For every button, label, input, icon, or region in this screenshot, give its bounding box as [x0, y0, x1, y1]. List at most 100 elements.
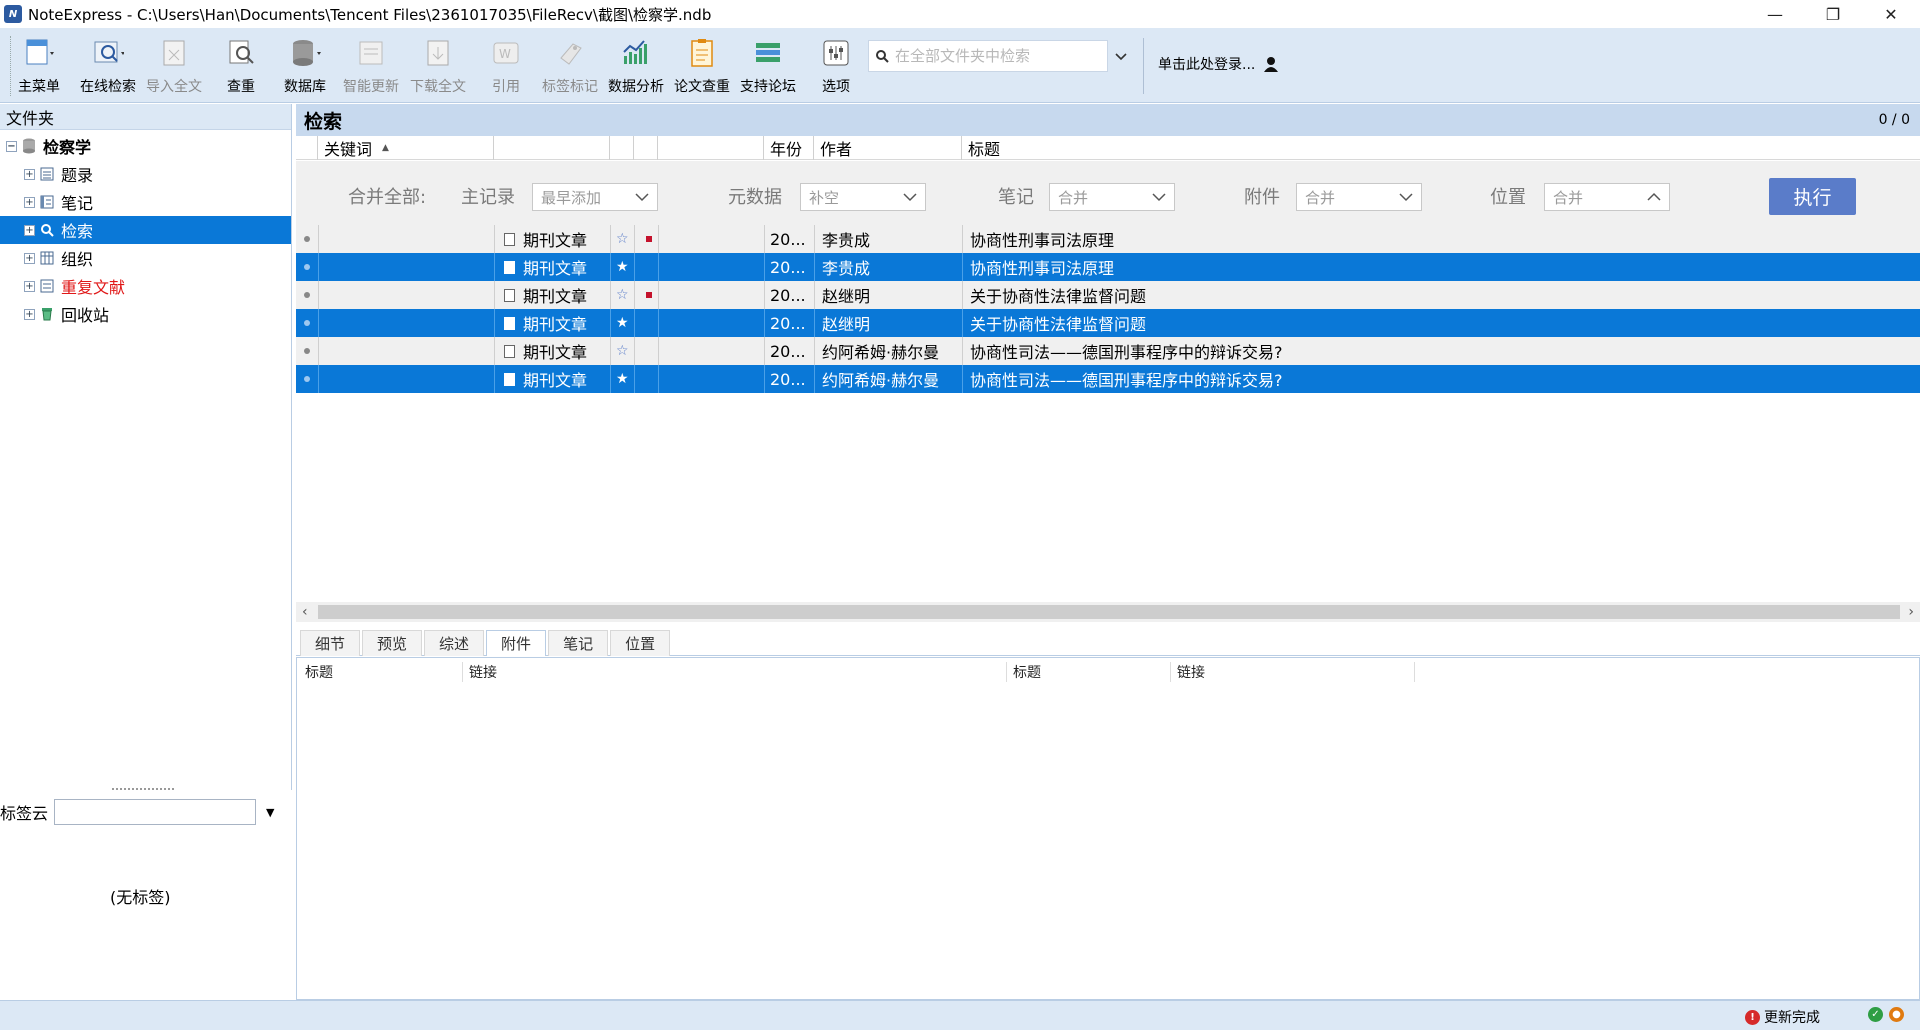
tab-details[interactable]: 细节 [300, 630, 361, 656]
horizontal-scrollbar[interactable]: ‹ › [296, 602, 1920, 622]
expand-icon[interactable]: + [24, 280, 35, 292]
cite-icon: W [490, 36, 522, 70]
col-blank[interactable] [658, 136, 764, 160]
attachment-col-link[interactable]: 链接 [463, 662, 1007, 682]
panel-splitter[interactable] [112, 788, 174, 790]
duplicate-check-button[interactable]: 查重 [225, 32, 257, 98]
tab-notes[interactable]: 笔记 [548, 630, 609, 656]
notification-icon[interactable]: ● [1889, 1007, 1904, 1022]
col-title[interactable]: 标题 [962, 136, 1920, 160]
sort-asc-icon: ▲ [382, 143, 389, 153]
col-keyword[interactable]: 关键词 ▲ [318, 136, 494, 160]
forum-button[interactable]: 支持论坛 [740, 32, 796, 98]
table-row[interactable]: 期刊文章 ★ 20... 赵继明 关于协商性法律监督问题 [296, 309, 1920, 337]
expand-icon[interactable]: + [24, 168, 35, 180]
tab-summary[interactable]: 综述 [424, 630, 485, 656]
chevron-down-icon [1399, 187, 1413, 211]
folder-item-duplicates[interactable]: + 重复文献 [0, 272, 291, 300]
merge-bar: 合并全部: 主记录 最早添加 元数据 补空 笔记 合并 附件 合并 位置 合并 … [296, 161, 1920, 225]
online-search-button[interactable]: 在线检索 [80, 32, 136, 98]
minimize-button[interactable]: — [1746, 0, 1804, 28]
star-icon[interactable]: ★ [616, 315, 629, 331]
collapse-icon[interactable]: − [6, 140, 17, 152]
database-button[interactable]: 数据库 [284, 32, 326, 98]
download-fulltext-icon [422, 36, 454, 70]
flag-icon [646, 236, 652, 242]
smart-update-button[interactable]: 智能更新 [343, 32, 399, 98]
expand-icon[interactable]: + [24, 224, 35, 236]
close-button[interactable]: ✕ [1862, 0, 1920, 28]
attachment-merge-select[interactable]: 合并 [1296, 183, 1422, 211]
notes-merge-select[interactable]: 合并 [1049, 183, 1175, 211]
attachment-col-title-2[interactable]: 标题 [1007, 662, 1171, 682]
search-dropdown-button[interactable] [1110, 48, 1132, 68]
tab-attachments[interactable]: 附件 [486, 630, 547, 656]
table-row[interactable]: 期刊文章 ☆ 20... 李贵成 协商性刑事司法原理 [296, 225, 1920, 253]
location-merge-label: 位置 [1490, 187, 1526, 208]
login-link[interactable]: 单击此处登录... [1158, 54, 1279, 74]
no-tags-message: (无标签) [110, 888, 171, 907]
scroll-right-icon[interactable]: › [1908, 602, 1914, 622]
star-icon[interactable]: ★ [616, 371, 629, 387]
tag-button[interactable]: 标签标记 [542, 32, 598, 98]
folder-item-organize[interactable]: + 组织 [0, 244, 291, 272]
expand-icon[interactable]: + [24, 308, 35, 320]
table-row[interactable]: 期刊文章 ★ 20... 李贵成 协商性刑事司法原理 [296, 253, 1920, 281]
col-year[interactable]: 年份 [764, 136, 814, 160]
folder-root[interactable]: − 检察学 [0, 132, 291, 160]
data-analysis-button[interactable]: 数据分析 [608, 32, 664, 98]
metadata-label: 元数据 [728, 187, 782, 208]
folder-item-search[interactable]: + 检索 [0, 216, 291, 244]
detail-tabs: 细节 预览 综述 附件 笔记 位置 [296, 630, 1920, 656]
cite-button[interactable]: W 引用 [490, 32, 522, 98]
main-menu-button[interactable]: 主菜单 [18, 32, 60, 98]
col-flag[interactable] [634, 136, 658, 160]
folder-item-records[interactable]: + 题录 [0, 160, 291, 188]
expand-icon[interactable]: + [24, 252, 35, 264]
page-title: 检索 [304, 110, 343, 133]
attachment-col-title[interactable]: 标题 [299, 662, 463, 682]
scrollbar-thumb[interactable] [318, 605, 1900, 619]
tagcloud-input[interactable] [54, 799, 257, 825]
recycle-bin-icon [39, 306, 55, 322]
tab-preview[interactable]: 预览 [362, 630, 423, 656]
folder-panel-header: 文件夹 [0, 104, 291, 130]
paper-check-icon [686, 36, 718, 70]
location-merge-select[interactable]: 合并 [1544, 183, 1670, 211]
options-button[interactable]: 选项 [820, 32, 852, 98]
table-row[interactable]: 期刊文章 ☆ 20... 约阿希姆·赫尔曼 协商性司法——德国刑事程序中的辩诉交… [296, 337, 1920, 365]
folder-item-recycle-bin[interactable]: + 回收站 [0, 300, 291, 328]
search-input[interactable] [895, 47, 1095, 65]
scroll-left-icon[interactable]: ‹ [302, 602, 308, 622]
star-icon[interactable]: ☆ [616, 287, 629, 303]
star-icon[interactable]: ★ [616, 259, 629, 275]
col-type[interactable] [494, 136, 610, 160]
execute-button[interactable]: 执行 [1769, 178, 1856, 215]
paper-check-button[interactable]: 论文查重 [674, 32, 730, 98]
attachment-col-link-2[interactable]: 链接 [1171, 662, 1415, 682]
folder-item-notes[interactable]: + 笔记 [0, 188, 291, 216]
import-fulltext-button[interactable]: 导入全文 [146, 32, 202, 98]
table-row[interactable]: 期刊文章 ★ 20... 约阿希姆·赫尔曼 协商性司法——德国刑事程序中的辩诉交… [296, 365, 1920, 393]
tab-location[interactable]: 位置 [610, 630, 671, 656]
star-icon[interactable]: ☆ [616, 231, 629, 247]
expand-icon[interactable]: + [24, 196, 35, 208]
metadata-select[interactable]: 补空 [800, 183, 926, 211]
restore-button[interactable]: ❐ [1804, 0, 1862, 28]
col-marker[interactable] [296, 136, 318, 160]
sync-ok-icon[interactable]: ✓ [1868, 1007, 1883, 1022]
tagcloud-dropdown-icon[interactable]: ▼ [266, 806, 274, 819]
chevron-down-icon [903, 187, 917, 211]
tagcloud-label: 标签云 [0, 804, 49, 823]
download-fulltext-button[interactable]: 下载全文 [410, 32, 466, 98]
main-record-select[interactable]: 最早添加 [532, 183, 658, 211]
col-author[interactable]: 作者 [814, 136, 962, 160]
table-row[interactable]: 期刊文章 ☆ 20... 赵继明 关于协商性法律监督问题 [296, 281, 1920, 309]
organize-icon [39, 250, 55, 266]
update-status: ! 更新完成 [1745, 1007, 1820, 1027]
star-icon[interactable]: ☆ [616, 343, 629, 359]
attachment-merge-label: 附件 [1244, 187, 1280, 208]
notes-merge-label: 笔记 [998, 187, 1034, 208]
alert-icon: ! [1745, 1009, 1760, 1025]
col-star[interactable] [610, 136, 634, 160]
